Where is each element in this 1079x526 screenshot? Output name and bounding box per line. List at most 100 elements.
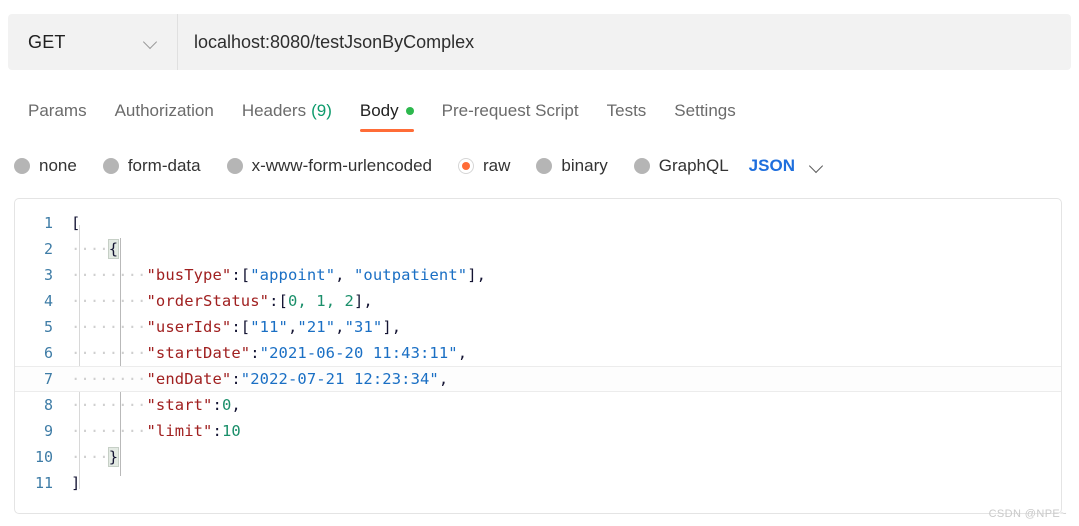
body-status-dot-icon [406,107,414,115]
code-line[interactable]: 9 ········"limit":10 [15,418,1061,444]
radio-none[interactable]: none [14,156,77,176]
code-line[interactable]: 8 ········"start":0, [15,392,1061,418]
tab-label: Headers [242,101,306,121]
code-text: ········"startDate":"2021-06-20 11:43:11… [71,344,467,362]
code-token: [ [71,214,80,232]
json-number: 0, 1, 2 [288,292,354,310]
json-key: "startDate" [146,344,250,362]
body-type-radio-group: none form-data x-www-form-urlencoded raw… [14,148,825,184]
tab-label: Params [28,101,87,121]
tab-label: Tests [607,101,647,121]
code-token: ], [382,318,401,336]
json-string: "31" [345,318,383,336]
radio-x-www-form-urlencoded[interactable]: x-www-form-urlencoded [227,156,432,176]
line-number: 1 [15,214,71,232]
code-token: ], [467,266,486,284]
radio-graphql[interactable]: GraphQL [634,156,729,176]
line-number: 11 [15,474,71,492]
code-text: ········"endDate":"2022-07-21 12:23:34", [71,370,448,388]
line-number: 5 [15,318,71,336]
code-token: : [213,396,222,414]
json-number: 0 [222,396,231,414]
url-input[interactable]: localhost:8080/testJsonByComplex [178,14,1071,70]
whitespace-marker: ········ [71,344,146,362]
tab-label: Settings [674,101,735,121]
raw-format-dropdown[interactable]: JSON [749,156,825,176]
code-token: , [288,318,297,336]
http-method-dropdown[interactable]: GET [8,14,178,70]
code-token: { [109,240,118,258]
code-text: ] [71,474,80,492]
radio-label: binary [561,156,607,176]
request-tabs: Params Authorization Headers (9) Body Pr… [14,92,750,134]
code-line-active[interactable]: 7 ········"endDate":"2022-07-21 12:23:34… [15,366,1061,392]
code-line[interactable]: 11 ] [15,470,1061,496]
code-line[interactable]: 6 ········"startDate":"2021-06-20 11:43:… [15,340,1061,366]
code-line[interactable]: 4 ········"orderStatus":[0, 1, 2], [15,288,1061,314]
code-text: ········"limit":10 [71,422,241,440]
code-token: ], [354,292,373,310]
line-number: 3 [15,266,71,284]
radio-label: x-www-form-urlencoded [252,156,432,176]
request-url-bar: GET localhost:8080/testJsonByComplex [8,14,1071,70]
radio-binary[interactable]: binary [536,156,607,176]
line-number: 10 [15,448,71,466]
code-token: : [231,370,240,388]
code-token: , [231,396,240,414]
code-token: :[ [231,266,250,284]
whitespace-marker: ········ [71,292,146,310]
code-token: , [458,344,467,362]
tab-body[interactable]: Body [346,92,428,126]
code-line[interactable]: 10 ····} [15,444,1061,470]
json-string: "appoint" [250,266,335,284]
whitespace-marker: ········ [71,396,146,414]
radio-label: raw [483,156,510,176]
code-token: , [335,266,354,284]
code-token: :[ [269,292,288,310]
tab-params[interactable]: Params [14,92,101,126]
code-token: ] [71,474,80,492]
json-string: "outpatient" [354,266,467,284]
radio-label: GraphQL [659,156,729,176]
code-token: , [335,318,344,336]
radio-circle-icon [536,158,552,174]
watermark: CSDN @NPE~ [989,508,1067,520]
radio-circle-selected-icon [458,158,474,174]
radio-raw[interactable]: raw [458,156,510,176]
code-line[interactable]: 5 ········"userIds":["11","21","31"], [15,314,1061,340]
raw-body-code-editor[interactable]: 1 [ 2 ····{ 3 ········"busType":["appoin… [14,198,1062,514]
tab-authorization[interactable]: Authorization [101,92,228,126]
tab-settings[interactable]: Settings [660,92,749,126]
line-number: 2 [15,240,71,258]
whitespace-marker: ········ [71,422,146,440]
radio-circle-icon [227,158,243,174]
radio-label: form-data [128,156,201,176]
json-key: "orderStatus" [146,292,269,310]
line-number: 8 [15,396,71,414]
whitespace-marker: ········ [71,318,146,336]
chevron-down-icon [809,158,825,174]
code-token: :[ [231,318,250,336]
json-string: "11" [250,318,288,336]
code-text: ····} [71,448,118,466]
line-number: 6 [15,344,71,362]
tab-tests[interactable]: Tests [593,92,661,126]
http-method-label: GET [28,32,66,53]
raw-format-label: JSON [749,156,795,176]
json-key: "start" [146,396,212,414]
code-line[interactable]: 1 [ [15,210,1061,236]
tab-headers[interactable]: Headers (9) [228,92,346,126]
tab-pre-request-script[interactable]: Pre-request Script [428,92,593,126]
code-text: ····{ [71,240,118,258]
json-string: "21" [297,318,335,336]
radio-circle-icon [103,158,119,174]
code-line[interactable]: 3 ········"busType":["appoint", "outpati… [15,262,1061,288]
tab-label: Authorization [115,101,214,121]
line-number: 7 [15,370,71,388]
code-token: : [213,422,222,440]
chevron-down-icon [143,34,159,50]
radio-form-data[interactable]: form-data [103,156,201,176]
whitespace-marker: ········ [71,266,146,284]
code-line[interactable]: 2 ····{ [15,236,1061,262]
code-text: ········"userIds":["11","21","31"], [71,318,401,336]
